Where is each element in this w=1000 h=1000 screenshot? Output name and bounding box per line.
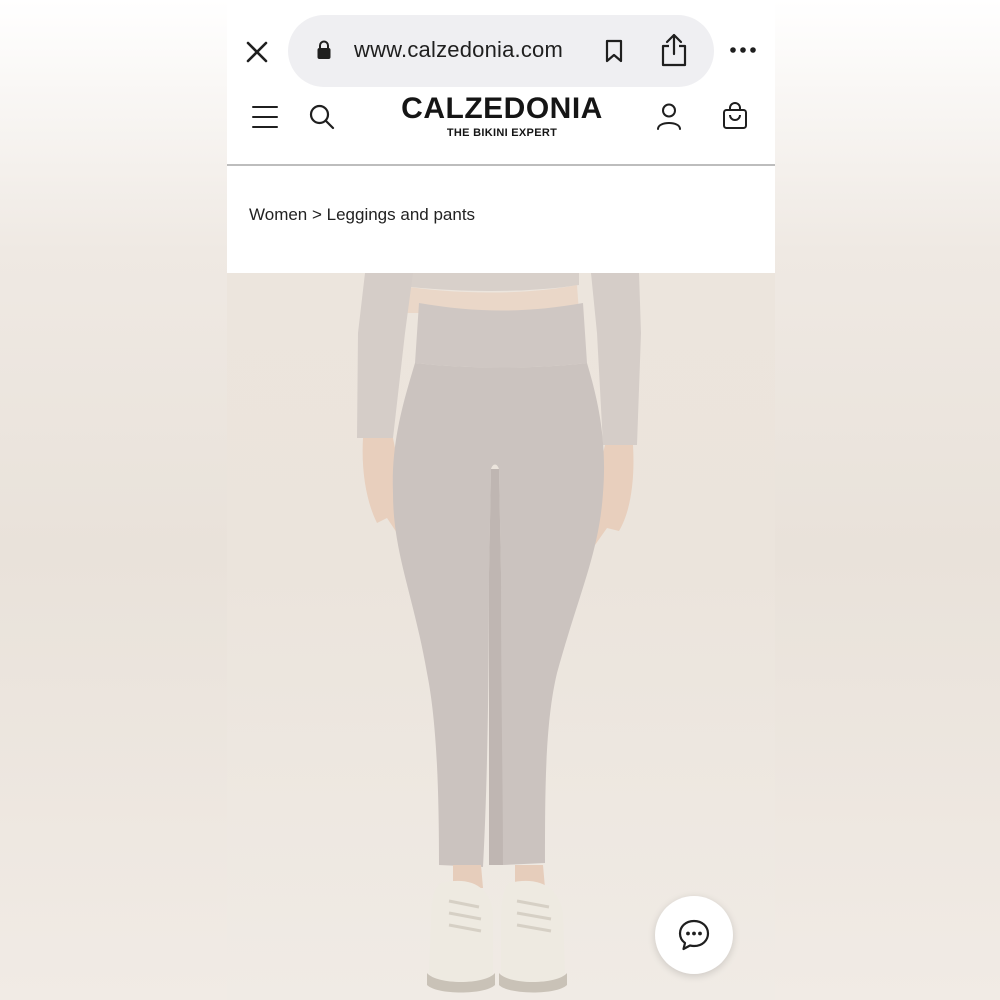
- share-icon[interactable]: [660, 33, 688, 67]
- bookmark-icon[interactable]: [604, 39, 624, 63]
- browser-toolbar: www.calzedonia.com: [227, 0, 775, 90]
- address-bar[interactable]: www.calzedonia.com: [288, 15, 714, 87]
- close-icon: [246, 41, 268, 63]
- chat-icon: [678, 919, 710, 951]
- phone-screen: www.calzedonia.com CALZEDONIA THE BIKINI: [227, 0, 775, 1000]
- product-image[interactable]: [227, 273, 775, 1000]
- brand-logo[interactable]: CALZEDONIA THE BIKINI EXPERT: [387, 92, 617, 140]
- site-header: CALZEDONIA THE BIKINI EXPERT: [227, 92, 775, 164]
- bag-icon[interactable]: [722, 102, 748, 130]
- url-text: www.calzedonia.com: [354, 37, 564, 62]
- header-divider: [227, 164, 775, 166]
- search-icon[interactable]: [309, 104, 335, 130]
- account-icon[interactable]: [655, 102, 683, 130]
- more-icon[interactable]: [729, 40, 757, 60]
- background-left: [0, 0, 227, 1000]
- logo-wordmark: CALZEDONIA: [401, 92, 603, 125]
- product-photo-illustration: [357, 273, 641, 993]
- chat-button[interactable]: [655, 896, 733, 974]
- breadcrumb[interactable]: Women > Leggings and pants: [249, 205, 475, 225]
- logo-tagline: THE BIKINI EXPERT: [446, 127, 558, 139]
- lock-icon: [317, 40, 331, 59]
- menu-icon[interactable]: [252, 104, 278, 130]
- close-button[interactable]: [241, 36, 273, 68]
- background-right: [775, 0, 1000, 1000]
